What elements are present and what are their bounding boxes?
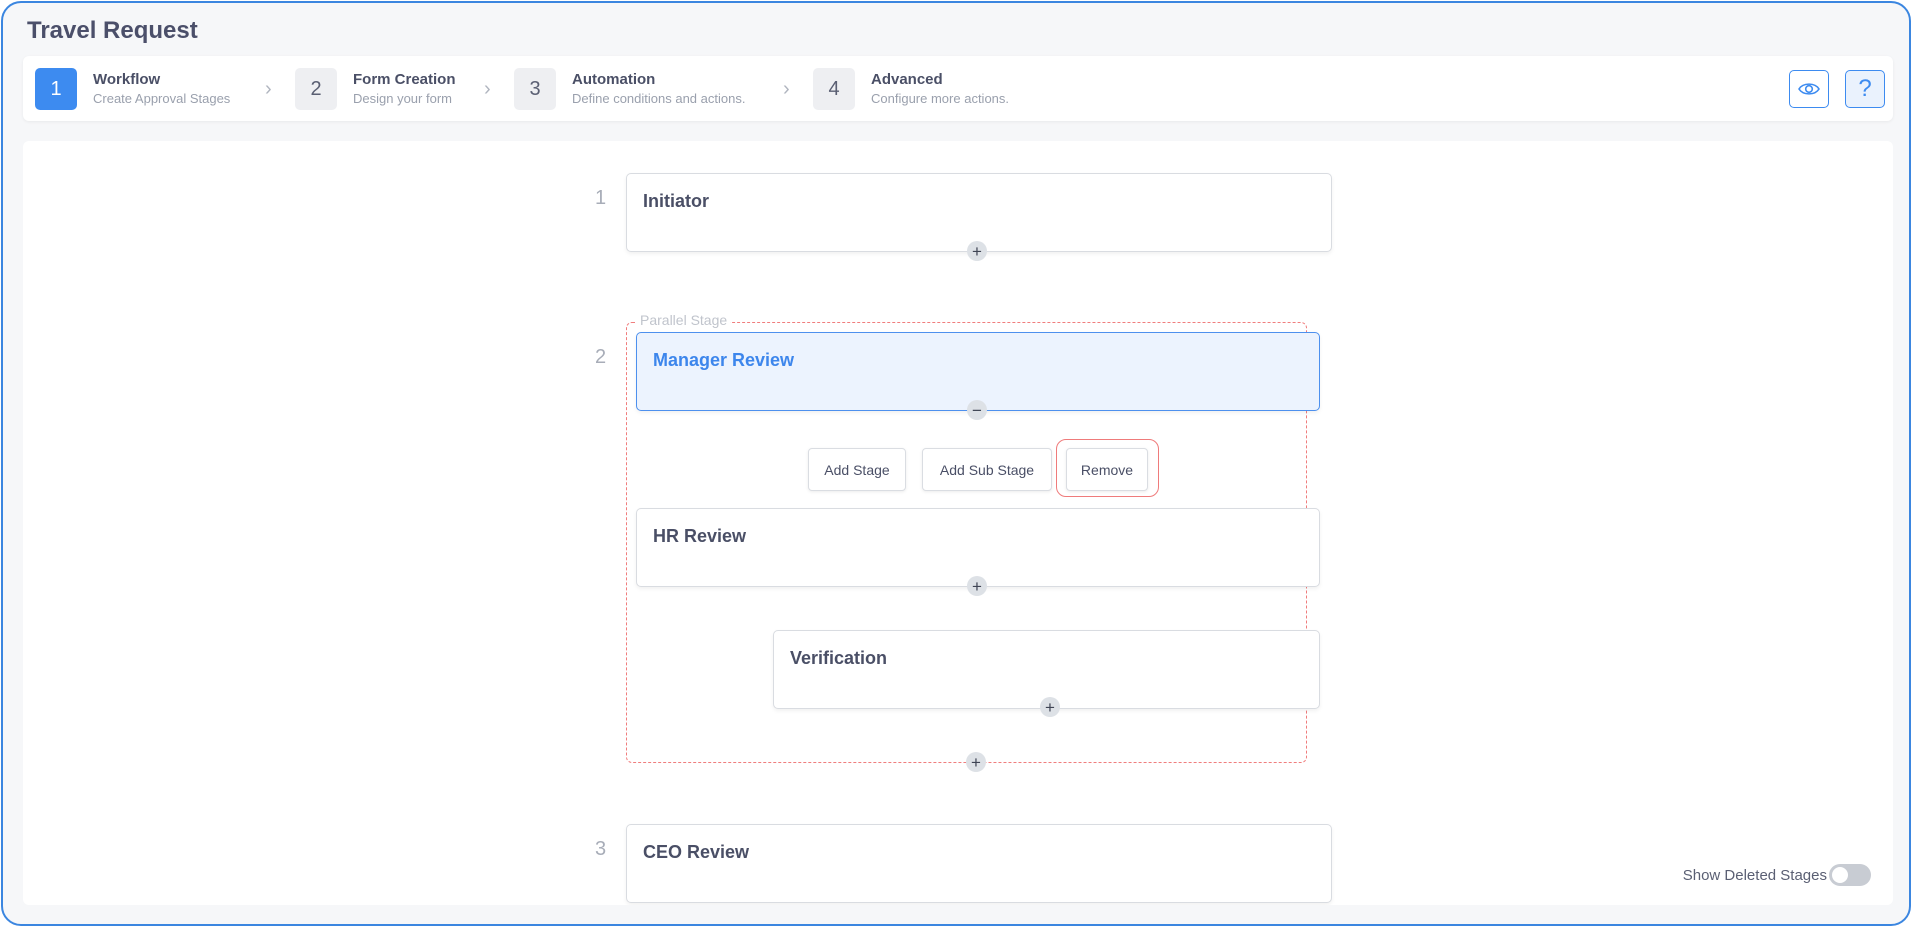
step-title: Workflow [93,71,161,88]
stage-index: 1 [595,187,607,209]
workflow-canvas: 1 Initiator + 2 Parallel Stage Manager R… [23,141,1893,905]
stage-title: Verification [790,648,888,668]
stage-index: 3 [595,838,607,860]
stage-title: Initiator [643,191,709,211]
parallel-stage-label: Parallel Stage [637,312,731,328]
chevron-right-icon: › [783,78,790,100]
add-stage-button[interactable]: Add Stage [808,448,906,491]
chevron-right-icon: › [265,78,272,100]
add-stage-plus-icon[interactable]: + [1040,697,1060,717]
stage-card-ceo-review[interactable]: CEO Review [626,824,1332,903]
step-automation[interactable]: 3 Automation Define conditions and actio… [514,68,745,110]
step-subtitle: Design your form [353,91,452,106]
add-stage-plus-icon[interactable]: + [967,241,987,261]
step-title: Form Creation [353,71,456,88]
help-button[interactable]: ? [1845,70,1885,108]
stage-index: 2 [595,346,607,368]
app-window: Travel Request 1 Workflow Create Approva… [1,1,1911,926]
question-icon: ? [1858,75,1872,102]
page-title: Travel Request [27,17,198,44]
preview-button[interactable] [1789,70,1829,108]
add-stage-plus-icon[interactable]: + [966,752,986,772]
stage-title: CEO Review [643,842,750,862]
stage-title: Manager Review [653,350,795,370]
step-subtitle: Configure more actions. [871,91,1010,106]
add-stage-plus-icon[interactable]: + [967,576,987,596]
workflow-stepper: 1 Workflow Create Approval Stages › 2 Fo… [23,56,1893,121]
remove-button[interactable]: Remove [1066,448,1148,491]
step-number: 1 [35,68,77,110]
step-workflow[interactable]: 1 Workflow Create Approval Stages [35,68,230,110]
step-number: 3 [514,68,556,110]
step-form-creation[interactable]: 2 Form Creation Design your form [295,68,456,110]
eye-icon [1798,83,1820,95]
stage-title: HR Review [653,526,747,546]
show-deleted-stages-row: Show Deleted Stages [1683,864,1871,886]
stage-card-initiator[interactable]: Initiator [626,173,1332,252]
toggle-knob [1832,867,1848,883]
step-number: 2 [295,68,337,110]
step-subtitle: Create Approval Stages [93,91,231,106]
step-title: Advanced [871,71,943,88]
chevron-right-icon: › [484,78,491,100]
collapse-minus-icon[interactable]: − [967,400,987,420]
show-deleted-stages-toggle[interactable] [1829,864,1871,886]
step-title: Automation [572,71,656,88]
step-subtitle: Define conditions and actions. [572,91,746,106]
add-sub-stage-button[interactable]: Add Sub Stage [922,448,1052,491]
step-number: 4 [813,68,855,110]
show-deleted-stages-label: Show Deleted Stages [1682,866,1827,884]
step-advanced[interactable]: 4 Advanced Configure more actions. [813,68,1009,110]
